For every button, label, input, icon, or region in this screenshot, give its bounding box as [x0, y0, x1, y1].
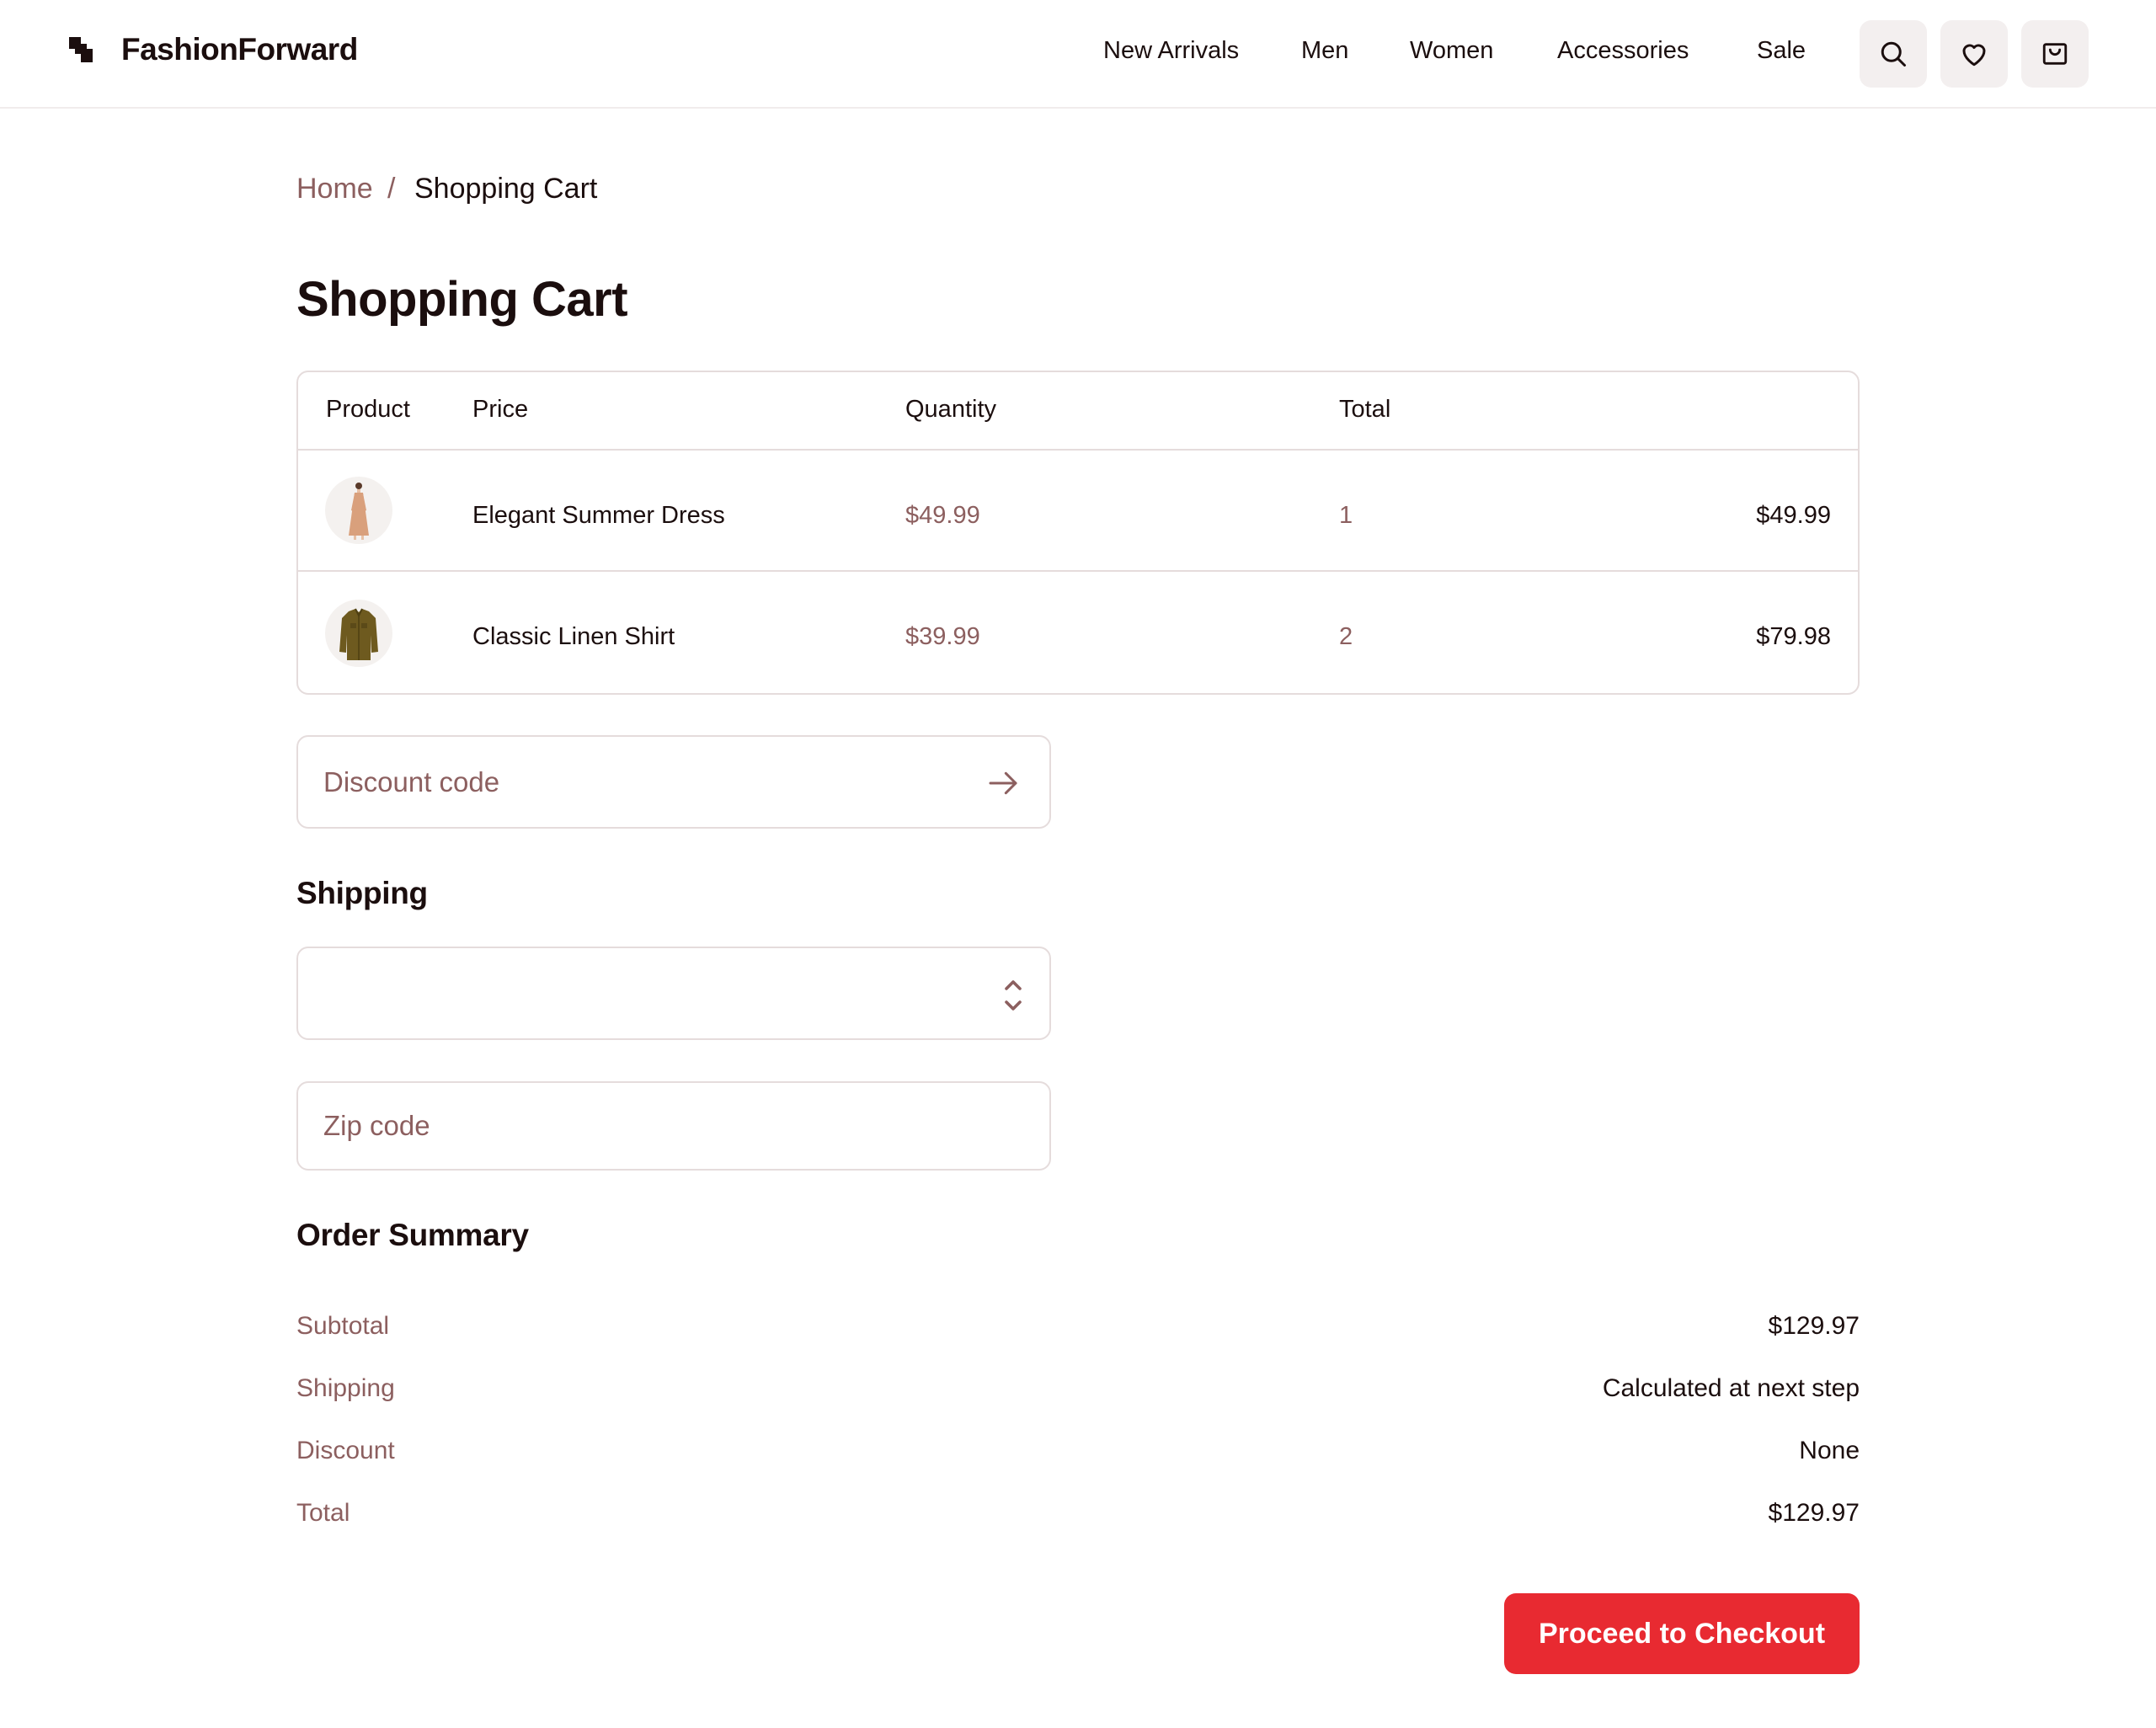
summary-value: $129.97 [1768, 1312, 1860, 1340]
nav-link-men[interactable]: Men [1301, 37, 1348, 65]
product-thumbnail-dress[interactable] [325, 477, 392, 544]
nav-link-sale[interactable]: Sale [1757, 37, 1806, 65]
column-header-price: Price [472, 396, 529, 423]
breadcrumb-home-link[interactable]: Home [296, 173, 373, 205]
brand-name: FashionForward [121, 32, 358, 67]
heart-icon [1962, 44, 1986, 67]
zip-code-field [296, 1081, 1051, 1171]
product-name[interactable]: Elegant Summer Dress [472, 502, 725, 530]
wishlist-button[interactable] [1940, 20, 2008, 88]
column-header-product: Product [326, 396, 410, 423]
site-header: FashionForward New Arrivals Men Women Ac… [0, 0, 2156, 109]
order-summary-title: Order Summary [296, 1218, 529, 1252]
summary-value: $129.97 [1768, 1499, 1860, 1527]
nav-link-women[interactable]: Women [1410, 37, 1493, 65]
logo-icon [69, 37, 93, 62]
column-header-quantity: Quantity [905, 396, 996, 423]
zip-code-input[interactable] [323, 1083, 963, 1169]
discount-field [296, 735, 1051, 829]
nav-link-accessories[interactable]: Accessories [1557, 37, 1689, 65]
chevron-up-down-icon [1005, 980, 1022, 1011]
summary-value: None [1799, 1437, 1860, 1464]
shipping-method-select[interactable] [296, 947, 1051, 1040]
shipping-title: Shipping [296, 876, 428, 910]
page-title: Shopping Cart [296, 272, 628, 327]
summary-label: Subtotal [296, 1312, 390, 1340]
product-price: $49.99 [905, 502, 980, 529]
summary-label: Discount [296, 1437, 395, 1464]
product-quantity[interactable]: 2 [1339, 623, 1353, 651]
product-name[interactable]: Classic Linen Shirt [472, 623, 675, 651]
product-thumbnail-shirt[interactable] [325, 600, 392, 667]
breadcrumb-separator: / [387, 173, 396, 205]
proceed-to-checkout-button[interactable]: Proceed to Checkout [1504, 1593, 1860, 1674]
row-divider [298, 570, 1858, 572]
search-icon [1881, 41, 1906, 67]
summary-label: Total [296, 1499, 350, 1527]
logo[interactable]: FashionForward [69, 32, 358, 67]
dress-image [349, 483, 369, 540]
discount-code-input[interactable] [323, 737, 963, 827]
summary-value: Calculated at next step [1602, 1374, 1860, 1402]
nav-link-new-arrivals[interactable]: New Arrivals [1103, 37, 1239, 65]
product-quantity[interactable]: 1 [1339, 502, 1353, 530]
column-header-total: Total [1339, 396, 1391, 423]
arrow-right-icon[interactable] [985, 766, 1021, 800]
search-button[interactable] [1860, 20, 1927, 88]
product-line-total: $79.98 [1756, 623, 1831, 650]
shirt-image [339, 608, 378, 660]
product-line-total: $49.99 [1756, 502, 1831, 529]
header-divider [298, 449, 1858, 451]
shopping-bag-icon [2042, 43, 2068, 65]
product-price: $39.99 [905, 623, 980, 650]
cart-table: Product Price Quantity Total Elegant Sum… [296, 371, 1860, 695]
breadcrumb-current: Shopping Cart [414, 173, 598, 205]
cart-button[interactable] [2021, 20, 2089, 88]
summary-label: Shipping [296, 1374, 395, 1402]
